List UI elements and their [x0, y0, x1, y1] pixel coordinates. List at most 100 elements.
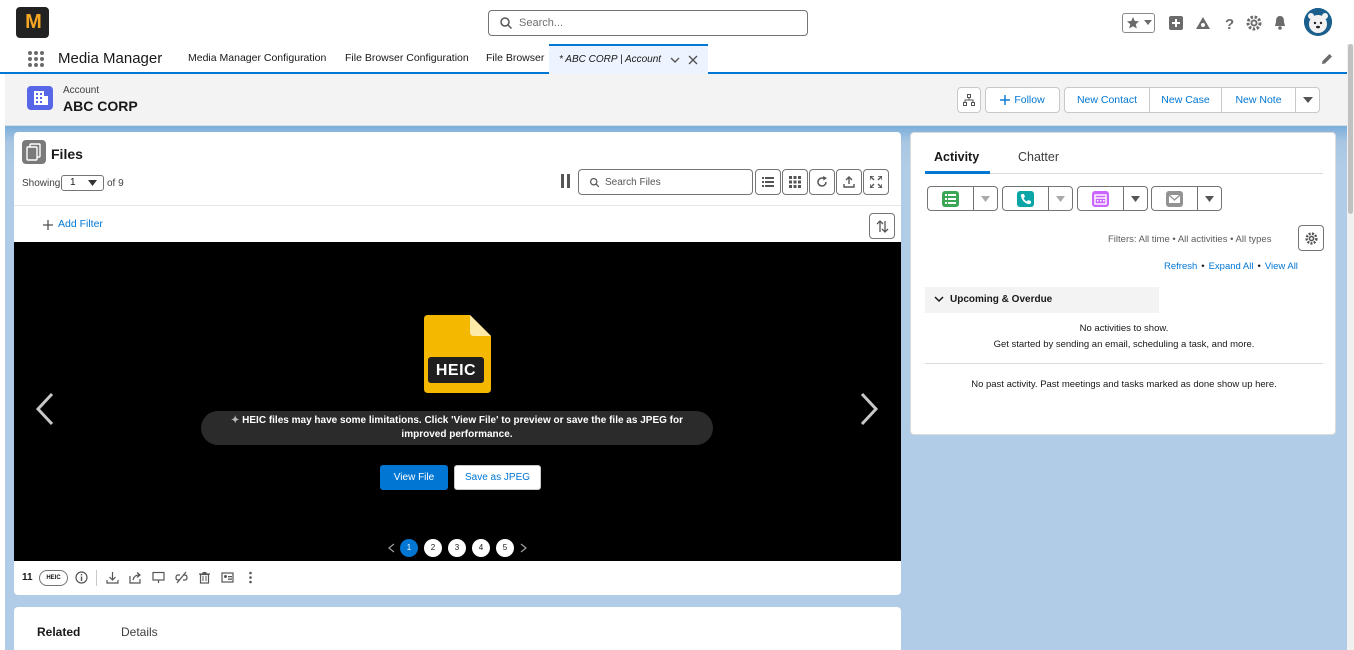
- new-contact-button[interactable]: New Contact: [1064, 87, 1150, 113]
- new-event-button[interactable]: [1077, 186, 1124, 211]
- email-icon: [1166, 191, 1183, 207]
- chevron-down-icon: [1303, 97, 1313, 103]
- chevron-down-icon: [1144, 20, 1152, 25]
- download-icon[interactable]: [106, 571, 119, 584]
- chevron-left-icon[interactable]: [34, 392, 56, 426]
- files-search[interactable]: [578, 169, 753, 195]
- chevron-down-icon: [88, 180, 97, 186]
- showing-label: Showing: [22, 178, 61, 189]
- unlink-icon[interactable]: [175, 571, 188, 584]
- tab-related[interactable]: Related: [37, 625, 80, 639]
- gear-icon[interactable]: [1246, 15, 1262, 31]
- app-name: Media Manager: [58, 50, 163, 67]
- close-icon[interactable]: [688, 55, 698, 65]
- new-note-button[interactable]: New Note: [1221, 87, 1296, 113]
- page-4[interactable]: 4: [472, 539, 490, 557]
- global-search[interactable]: [488, 10, 808, 36]
- active-tab-indicator: [925, 171, 990, 174]
- nav-item-file-browser[interactable]: File Browser: [486, 52, 544, 64]
- trailhead-icon[interactable]: [1195, 15, 1211, 31]
- upcoming-overdue-section[interactable]: Upcoming & Overdue: [925, 287, 1159, 313]
- logo-letter: M: [25, 11, 42, 33]
- grid-view-button[interactable]: [782, 169, 808, 195]
- page-scrollbar[interactable]: [1347, 44, 1354, 650]
- record-name: ABC CORP: [63, 98, 138, 114]
- files-search-input[interactable]: [605, 174, 745, 190]
- showing-select[interactable]: 1: [61, 175, 104, 191]
- delete-icon[interactable]: [198, 571, 211, 584]
- chevron-down-icon: [1131, 196, 1140, 202]
- follow-button[interactable]: Follow: [985, 87, 1060, 113]
- file-type-icon: [424, 315, 491, 393]
- upload-button[interactable]: [836, 169, 862, 195]
- gear-icon: [1305, 232, 1318, 245]
- log-call-button[interactable]: [1002, 186, 1049, 211]
- edit-nav-icon[interactable]: [1320, 52, 1334, 66]
- no-activities-text: No activities to show.: [1079, 323, 1169, 334]
- task-dropdown[interactable]: [973, 186, 998, 211]
- file-extension-badge: HEIC: [39, 570, 68, 586]
- page-3[interactable]: 3: [448, 539, 466, 557]
- add-icon[interactable]: [1168, 15, 1184, 31]
- nav-item-file-browser-configuration[interactable]: File Browser Configuration: [345, 52, 469, 64]
- bell-icon[interactable]: [1272, 15, 1288, 31]
- chevron-right-icon[interactable]: [858, 392, 880, 426]
- refresh-link[interactable]: Refresh: [1164, 261, 1197, 272]
- grid-icon: [789, 176, 801, 188]
- hierarchy-icon: [963, 94, 975, 106]
- tab-label: * ABC CORP | Account: [559, 54, 662, 65]
- page-1[interactable]: 1: [400, 539, 418, 557]
- page-2[interactable]: 2: [424, 539, 442, 557]
- add-filter-link[interactable]: Add Filter: [58, 218, 103, 230]
- filter-row: Add Filter: [14, 205, 901, 242]
- pause-icon[interactable]: [560, 173, 572, 189]
- app-logo[interactable]: M: [16, 7, 49, 38]
- expand-all-link[interactable]: Expand All: [1209, 261, 1254, 272]
- tab-chatter[interactable]: Chatter: [1018, 150, 1059, 164]
- email-dropdown[interactable]: [1197, 186, 1222, 211]
- global-search-input[interactable]: [519, 14, 799, 32]
- record-type: Account: [63, 85, 100, 96]
- event-dropdown[interactable]: [1123, 186, 1148, 211]
- app-launcher-icon[interactable]: [27, 50, 45, 68]
- pager-prev-icon[interactable]: [388, 543, 395, 553]
- activity-settings-button[interactable]: [1298, 225, 1324, 251]
- tab-abc-corp-account[interactable]: * ABC CORP | Account: [549, 44, 708, 74]
- call-dropdown[interactable]: [1048, 186, 1073, 211]
- list-view-button[interactable]: [755, 169, 781, 195]
- email-button[interactable]: [1151, 186, 1198, 211]
- refresh-icon: [817, 176, 827, 187]
- share-icon[interactable]: [129, 571, 142, 584]
- expand-button[interactable]: [863, 169, 889, 195]
- hierarchy-button[interactable]: [957, 87, 981, 113]
- view-file-button[interactable]: View File: [380, 465, 448, 490]
- scrollbar-thumb[interactable]: [1348, 44, 1353, 214]
- page-5[interactable]: 5: [496, 539, 514, 557]
- sort-button[interactable]: [869, 213, 895, 239]
- sort-icon: [876, 220, 889, 233]
- tab-activity[interactable]: Activity: [934, 150, 979, 164]
- user-avatar[interactable]: [1304, 8, 1332, 36]
- new-task-button[interactable]: [927, 186, 974, 211]
- refresh-button[interactable]: [809, 169, 835, 195]
- favorites-button[interactable]: [1122, 13, 1155, 33]
- list-icon: [762, 177, 774, 187]
- add-icon: [43, 220, 53, 230]
- present-icon[interactable]: [152, 571, 165, 584]
- chevron-down-icon[interactable]: [670, 57, 680, 64]
- save-as-jpeg-button[interactable]: Save as JPEG: [454, 465, 541, 490]
- files-title: Files: [51, 146, 83, 162]
- help-icon[interactable]: ?: [1221, 15, 1237, 31]
- no-past-activity-text: No past activity. Past meetings and task…: [971, 379, 1277, 390]
- view-all-link[interactable]: View All: [1265, 261, 1298, 272]
- file-toolbar: 11 HEIC: [14, 561, 901, 595]
- info-icon[interactable]: [75, 571, 88, 584]
- upcoming-title: Upcoming & Overdue: [950, 294, 1053, 305]
- nav-item-media-manager-configuration[interactable]: Media Manager Configuration: [188, 52, 326, 64]
- assign-icon[interactable]: [221, 571, 234, 584]
- tab-details[interactable]: Details: [121, 625, 158, 639]
- pager-next-icon[interactable]: [520, 543, 527, 553]
- new-case-button[interactable]: New Case: [1149, 87, 1222, 113]
- more-icon[interactable]: [244, 571, 257, 584]
- more-actions-button[interactable]: [1295, 87, 1320, 113]
